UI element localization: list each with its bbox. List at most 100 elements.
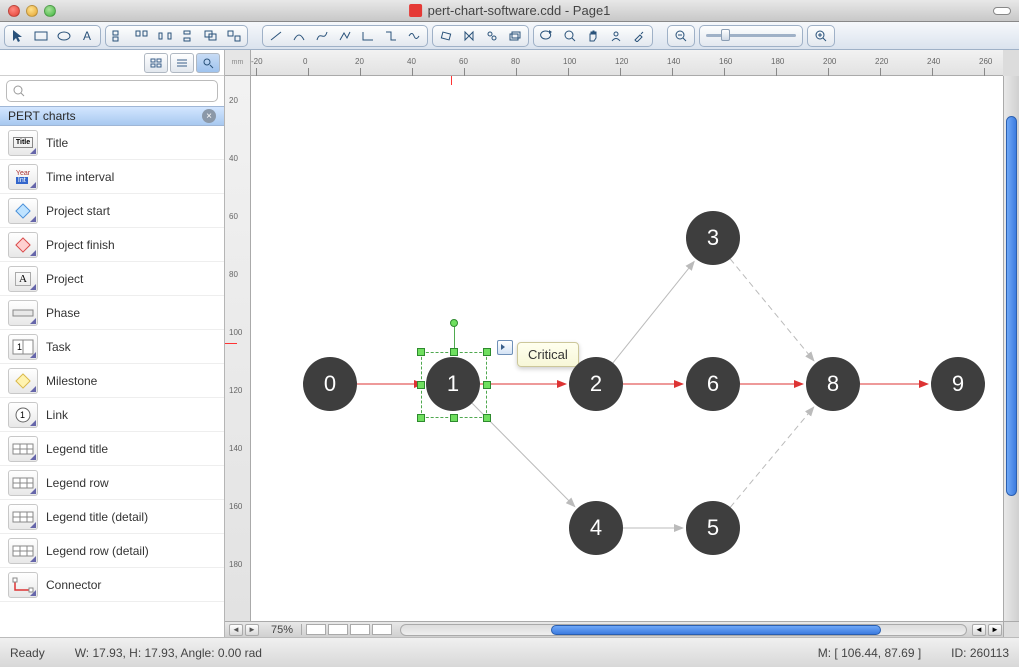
horizontal-scrollbar[interactable]: [400, 624, 967, 636]
pert-node-2[interactable]: 2: [569, 357, 623, 411]
pert-node-1[interactable]: 1: [426, 357, 480, 411]
page-tab[interactable]: [306, 624, 326, 635]
library-item-label: Connector: [46, 578, 101, 592]
page-prev-button[interactable]: ◄: [229, 624, 243, 636]
spline-tool[interactable]: [404, 27, 424, 45]
library-item[interactable]: Connector: [0, 568, 224, 602]
text-tool[interactable]: A: [77, 27, 97, 45]
minimize-window-button[interactable]: [26, 5, 38, 17]
polyline-tool[interactable]: [335, 27, 355, 45]
layers-tool[interactable]: [505, 27, 525, 45]
sidebar-search-toggle[interactable]: [196, 53, 220, 73]
library-item[interactable]: Legend row (detail): [0, 534, 224, 568]
edge-2-3[interactable]: [613, 261, 694, 363]
zoom-slider[interactable]: [699, 25, 803, 47]
flip-h-tool[interactable]: [459, 27, 479, 45]
close-window-button[interactable]: [8, 5, 20, 17]
align-left-tool[interactable]: [109, 27, 129, 45]
zoom-in-button[interactable]: [811, 27, 831, 45]
library-item-list: TitleTitleYearIntTime intervalProject st…: [0, 126, 224, 637]
pert-node-9[interactable]: 9: [931, 357, 985, 411]
resize-handle-sw[interactable]: [417, 414, 425, 422]
resize-handle-ne[interactable]: [483, 348, 491, 356]
resize-handle-se[interactable]: [483, 414, 491, 422]
scroll-right-button[interactable]: ►: [988, 624, 1002, 636]
library-item[interactable]: Milestone: [0, 364, 224, 398]
library-item[interactable]: AProject: [0, 262, 224, 296]
pert-node-5[interactable]: 5: [686, 501, 740, 555]
library-item-icon: 1: [8, 402, 38, 428]
library-section-header[interactable]: PERT charts ×: [0, 106, 224, 126]
resize-handle-n[interactable]: [450, 348, 458, 356]
pert-node-4[interactable]: 4: [569, 501, 623, 555]
vertical-ruler: 20406080100120140160180: [225, 76, 251, 621]
traffic-lights: [8, 5, 56, 17]
pert-node-0[interactable]: 0: [303, 357, 357, 411]
sidebar-view-list-icon[interactable]: [170, 53, 194, 73]
distribute-h-tool[interactable]: [155, 27, 175, 45]
align-top-tool[interactable]: [132, 27, 152, 45]
curve-tool[interactable]: [312, 27, 332, 45]
library-item[interactable]: TitleTitle: [0, 126, 224, 160]
resize-handle-e[interactable]: [483, 381, 491, 389]
library-item[interactable]: YearIntTime interval: [0, 160, 224, 194]
hand-tool[interactable]: [583, 27, 603, 45]
zoom-tool[interactable]: [560, 27, 580, 45]
connector-tool[interactable]: [358, 27, 378, 45]
zoom-out-button[interactable]: [671, 27, 691, 45]
smart-connector-tool[interactable]: [381, 27, 401, 45]
flip-v-tool[interactable]: [482, 27, 502, 45]
library-item-label: Project: [46, 272, 83, 286]
library-item-icon: [8, 232, 38, 258]
pert-node-3[interactable]: 3: [686, 211, 740, 265]
ruler-unit-label: mm: [225, 50, 251, 76]
person-tool[interactable]: [606, 27, 626, 45]
line-tool[interactable]: [266, 27, 286, 45]
library-item-icon: [8, 572, 38, 598]
toolbar-toggle-lozenge[interactable]: [993, 7, 1011, 15]
refresh-tool[interactable]: [537, 27, 557, 45]
page-tab[interactable]: [350, 624, 370, 635]
library-item[interactable]: Legend title (detail): [0, 500, 224, 534]
zoom-value[interactable]: 75%: [263, 624, 301, 636]
rotate-tool[interactable]: [436, 27, 456, 45]
sidebar-view-small-icon[interactable]: [144, 53, 168, 73]
group-tool[interactable]: [201, 27, 221, 45]
smart-tag-icon[interactable]: [497, 340, 513, 355]
library-item-icon: [8, 368, 38, 394]
resize-handle-s[interactable]: [450, 414, 458, 422]
library-close-icon[interactable]: ×: [202, 109, 216, 123]
edge-5-8[interactable]: [730, 407, 814, 507]
arc-tool[interactable]: [289, 27, 309, 45]
page-tab[interactable]: [328, 624, 348, 635]
pert-node-8[interactable]: 8: [806, 357, 860, 411]
library-section-title: PERT charts: [8, 109, 76, 123]
scroll-left-button[interactable]: ◄: [972, 624, 986, 636]
rectangle-tool[interactable]: [31, 27, 51, 45]
distribute-v-tool[interactable]: [178, 27, 198, 45]
library-item[interactable]: Legend title: [0, 432, 224, 466]
zoom-window-button[interactable]: [44, 5, 56, 17]
resize-handle-nw[interactable]: [417, 348, 425, 356]
resize-handle-w[interactable]: [417, 381, 425, 389]
pert-node-6[interactable]: 6: [686, 357, 740, 411]
page-next-button[interactable]: ►: [245, 624, 259, 636]
document-icon: [409, 4, 422, 17]
page-tab[interactable]: [372, 624, 392, 635]
canvas-viewport[interactable]: Critical 012345689: [251, 76, 1003, 621]
library-item[interactable]: 1Link: [0, 398, 224, 432]
eyedropper-tool[interactable]: [629, 27, 649, 45]
library-item[interactable]: Legend row: [0, 466, 224, 500]
rotation-handle[interactable]: [450, 319, 458, 327]
ellipse-tool[interactable]: [54, 27, 74, 45]
library-search-input[interactable]: [6, 80, 218, 102]
edge-3-8[interactable]: [730, 259, 814, 361]
library-item[interactable]: Project start: [0, 194, 224, 228]
library-item[interactable]: Phase: [0, 296, 224, 330]
pointer-tool[interactable]: [8, 27, 28, 45]
library-item[interactable]: Project finish: [0, 228, 224, 262]
vertical-scrollbar[interactable]: [1003, 76, 1019, 621]
ungroup-tool[interactable]: [224, 27, 244, 45]
library-item[interactable]: 1Task: [0, 330, 224, 364]
resize-grip[interactable]: [1003, 622, 1019, 637]
